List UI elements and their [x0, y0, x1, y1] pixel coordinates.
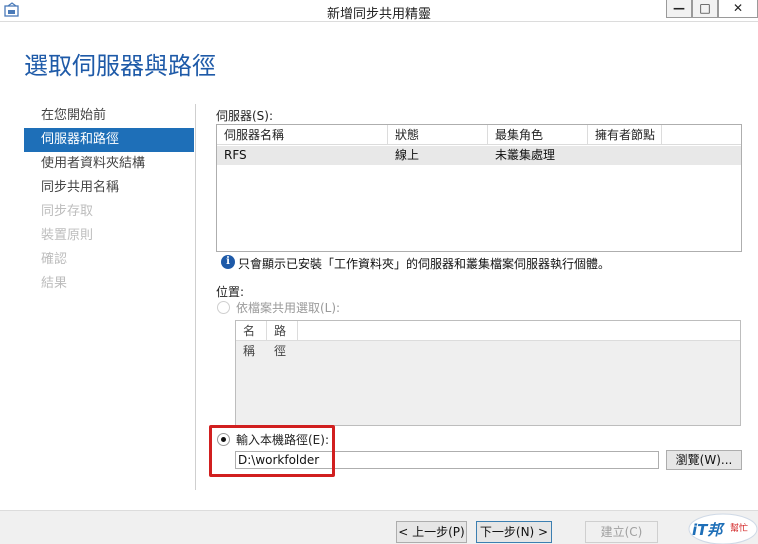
- nav-divider: [195, 104, 196, 490]
- watermark-text-sub: 幫忙: [730, 522, 748, 534]
- select-by-share-radio[interactable]: [217, 301, 230, 314]
- select-by-share-label: 依檔案共用選取(L):: [236, 301, 341, 315]
- nav-step-device-policy: 裝置原則: [41, 228, 94, 243]
- table-row[interactable]: RFS 線上 未叢集處理: [217, 146, 741, 165]
- column-header-status[interactable]: 狀態: [388, 125, 488, 145]
- nav-step-sync-access: 同步存取: [41, 204, 94, 219]
- maximize-icon: □: [699, 1, 711, 15]
- previous-button[interactable]: < 上一步(P): [396, 521, 467, 543]
- info-icon: i: [221, 255, 235, 269]
- highlight-annotation: [209, 425, 335, 477]
- wizard-steps-nav: 在您開始前 伺服器和路徑 使用者資料夾結構 同步共用名稱 同步存取 裝置原則 確…: [24, 104, 194, 296]
- page-title: 選取伺服器與路徑: [24, 52, 216, 80]
- column-header-cluster-role[interactable]: 最集角色: [488, 125, 588, 145]
- maximize-button[interactable]: □: [692, 0, 718, 18]
- minimize-button[interactable]: —: [666, 0, 692, 18]
- cell-owner-node: [588, 146, 662, 165]
- nav-step-server-and-path[interactable]: 伺服器和路徑: [24, 128, 194, 152]
- nav-step-before-you-begin[interactable]: 在您開始前: [24, 104, 194, 128]
- browse-button[interactable]: 瀏覽(W)...: [666, 450, 742, 470]
- ithome-watermark-logo: iT邦 幫忙: [688, 513, 758, 544]
- file-share-table: 名稱 路徑: [235, 320, 741, 426]
- watermark-text-main: iT邦: [692, 521, 725, 539]
- nav-step-results: 結果: [41, 276, 68, 291]
- close-button[interactable]: ✕: [718, 0, 758, 18]
- location-label: 位置:: [216, 285, 245, 299]
- cell-server-name: RFS: [224, 148, 247, 162]
- title-bar: 新增同步共用精靈 — □ ✕: [0, 0, 758, 22]
- minimize-icon: —: [673, 1, 685, 15]
- column-header-owner-node[interactable]: 擁有者節點: [588, 125, 662, 145]
- column-header-path: 路徑: [267, 321, 298, 358]
- close-icon: ✕: [732, 1, 744, 15]
- servers-label: 伺服器(S):: [216, 109, 274, 123]
- file-share-table-header: 名稱 路徑: [236, 321, 740, 358]
- nav-step-sync-share-name[interactable]: 同步共用名稱: [24, 176, 194, 200]
- cell-cluster-role: 未叢集處理: [495, 148, 556, 162]
- column-header-name: 名稱: [236, 321, 267, 358]
- nav-step-confirmation: 確認: [41, 252, 68, 267]
- next-button[interactable]: 下一步(N) >: [476, 521, 552, 543]
- servers-table[interactable]: 伺服器名稱 狀態 最集角色 擁有者節點 RFS 線上 未叢集處理: [216, 124, 742, 252]
- info-text: 只會顯示已安裝「工作資料夾」的伺服器和叢集檔案伺服器執行個體。: [238, 257, 611, 271]
- nav-step-user-folder-structure[interactable]: 使用者資料夾結構: [24, 152, 194, 176]
- servers-table-header: 伺服器名稱 狀態 最集角色 擁有者節點: [217, 125, 741, 145]
- column-header-server-name[interactable]: 伺服器名稱: [217, 125, 388, 145]
- create-button: 建立(C): [585, 521, 658, 543]
- cell-status: 線上: [395, 148, 420, 162]
- window-title: 新增同步共用精靈: [326, 7, 431, 22]
